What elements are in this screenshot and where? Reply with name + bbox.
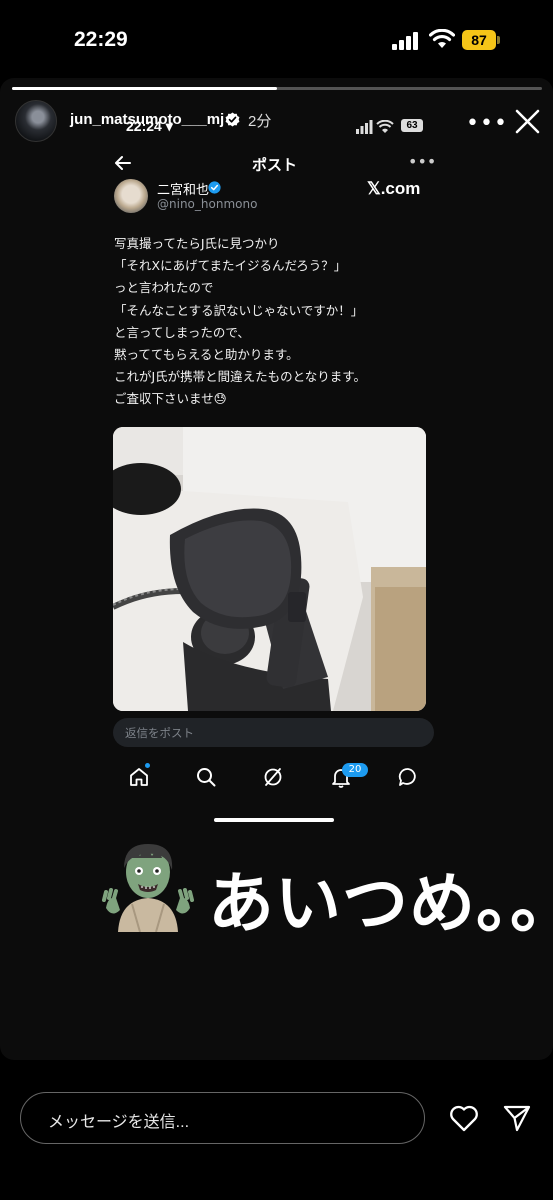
story-progress-fill	[12, 87, 277, 90]
embedded-battery: 63	[401, 119, 423, 132]
username[interactable]: jun_matsumoto___mj	[70, 111, 224, 128]
close-icon[interactable]	[514, 108, 541, 135]
author-handle[interactable]: @nino_honmono	[157, 197, 257, 211]
heart-icon[interactable]	[449, 1104, 479, 1132]
message-placeholder: メッセージを送信...	[48, 1114, 190, 1131]
battery-indicator: 87	[462, 30, 500, 50]
home-indicator	[214, 818, 334, 822]
reply-placeholder: 返信をポスト	[125, 726, 194, 740]
search-icon[interactable]	[195, 766, 217, 788]
grok-icon[interactable]	[262, 766, 284, 788]
story-viewer[interactable]: 22:24 ▾ 63 ポスト ••• 二宮和也 @nino_honmono 𝕏.…	[0, 78, 553, 1060]
reply-input[interactable]: 返信をポスト	[113, 718, 434, 747]
embedded-signal-wifi-icon	[356, 120, 394, 134]
battery-level: 87	[462, 30, 496, 50]
back-arrow-icon[interactable]	[114, 154, 132, 172]
cellular-signal-icon	[392, 32, 418, 50]
post-body-text: 写真撮ってたらJ氏に見つかり 「それXにあげてまたイジるんだろう？」 っと言われ…	[114, 236, 367, 407]
verified-badge-icon	[208, 181, 221, 194]
author-name[interactable]: 二宮和也	[157, 179, 209, 198]
story-caption: あいつめ。。	[208, 865, 553, 942]
verified-badge-icon	[225, 112, 240, 127]
send-icon[interactable]	[503, 1104, 531, 1132]
zombie-emoji-sticker	[102, 844, 194, 932]
post-header-title: ポスト	[252, 156, 298, 174]
messages-icon[interactable]	[397, 766, 419, 788]
message-input[interactable]: メッセージを送信...	[20, 1092, 425, 1144]
author-avatar[interactable]	[114, 179, 148, 213]
more-options-icon[interactable]: •••	[466, 111, 508, 136]
home-icon[interactable]	[128, 766, 150, 788]
x-com-watermark: 𝕏.com	[367, 179, 421, 198]
post-photo[interactable]	[113, 427, 426, 711]
home-unread-dot	[145, 763, 150, 768]
status-time: 22:29	[74, 28, 128, 51]
wifi-icon	[429, 29, 455, 48]
notification-count-badge: 20	[342, 763, 368, 777]
story-media: 22:24 ▾ 63 ポスト ••• 二宮和也 @nino_honmono 𝕏.…	[0, 78, 553, 1060]
user-avatar[interactable]	[15, 100, 57, 142]
story-progress-bar	[12, 87, 542, 90]
post-time-ago: 2分	[248, 113, 272, 130]
post-more-icon[interactable]: •••	[408, 152, 436, 171]
